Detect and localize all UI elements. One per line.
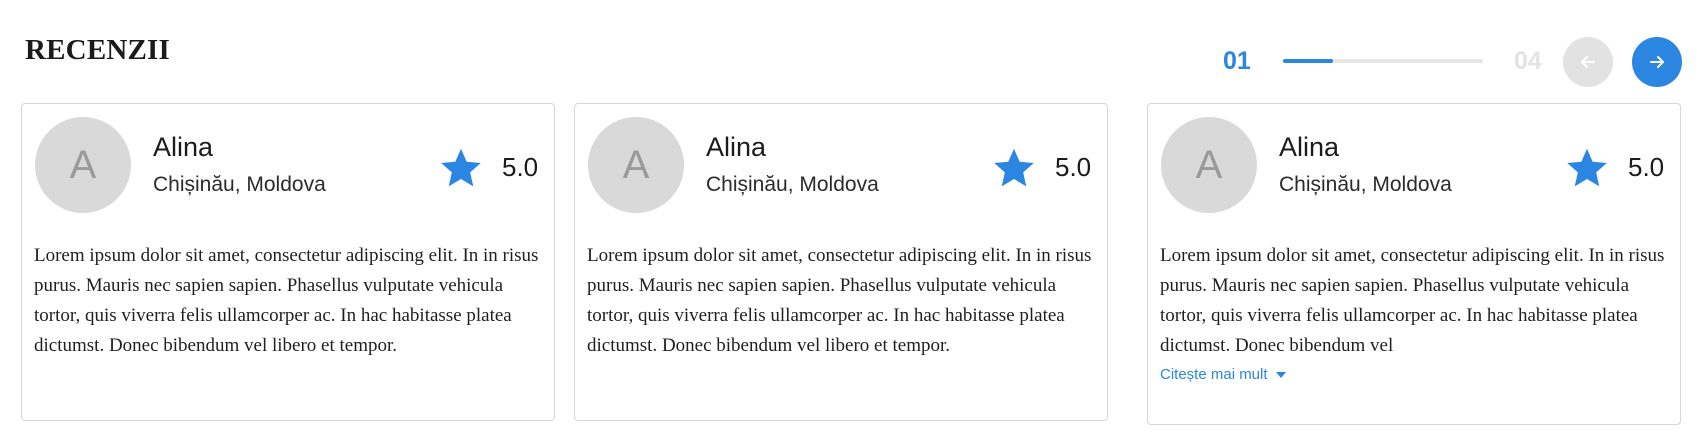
avatar: A [1161, 117, 1257, 213]
prev-button[interactable] [1563, 37, 1613, 87]
arrow-right-icon [1650, 56, 1664, 68]
reviewer-name: Alina [1279, 132, 1340, 162]
review-text: Lorem ipsum dolor sit amet, consectetur … [1160, 245, 1665, 356]
next-button[interactable] [1632, 37, 1682, 87]
pager-progress-fill [1283, 59, 1333, 63]
review-card: A Alina Chișinău, Moldova 5.0 Lorem ipsu… [21, 103, 555, 421]
pager-progress-track [1283, 59, 1483, 63]
section-title: RECENZII [25, 34, 171, 66]
review-text: Lorem ipsum dolor sit amet, consectetur … [587, 245, 1092, 356]
review-text: Lorem ipsum dolor sit amet, consectetur … [34, 245, 539, 356]
read-more-label: Citește mai mult [1160, 366, 1268, 383]
review-pager: 01 04 [1223, 37, 1682, 87]
reviewer-name: Alina [153, 132, 214, 162]
avatar: A [35, 117, 131, 213]
review-card: A Alina Chișinău, Moldova 5.0 Lorem ipsu… [574, 103, 1108, 421]
rating-value: 5.0 [1055, 152, 1092, 182]
star-icon [994, 148, 1034, 187]
rating-value: 5.0 [502, 152, 539, 182]
star-icon [1567, 148, 1607, 187]
review-card: A Alina Chișinău, Moldova 5.0 Lorem ipsu… [1147, 103, 1681, 425]
read-more-link[interactable]: Citește mai mult [1160, 366, 1286, 383]
avatar: A [588, 117, 684, 213]
reviewer-location: Chișinău, Moldova [1279, 173, 1452, 196]
reviewer-location: Chișinău, Moldova [153, 173, 326, 196]
arrow-left-icon [1581, 56, 1595, 68]
rating-value: 5.0 [1628, 152, 1665, 182]
reviewer-location: Chișinău, Moldova [706, 173, 879, 196]
star-icon [441, 148, 481, 187]
reviewer-name: Alina [706, 132, 767, 162]
pager-total: 04 [1514, 47, 1542, 75]
pager-current: 01 [1223, 47, 1251, 75]
caret-down-icon [1275, 371, 1286, 378]
